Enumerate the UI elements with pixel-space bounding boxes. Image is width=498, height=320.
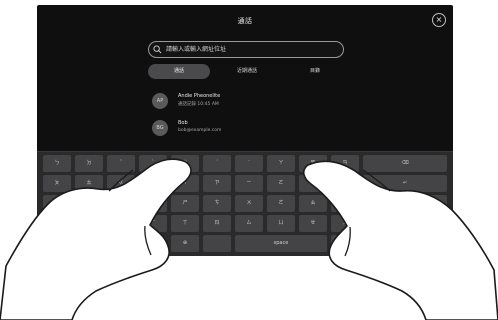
keyboard-key[interactable]: ˇ	[107, 155, 135, 172]
close-button[interactable]: ×	[432, 13, 446, 27]
keyboard-key[interactable]: ㄌ	[107, 215, 135, 232]
screen-title: 通話	[237, 17, 253, 25]
keyboard-key[interactable]: ㄛ	[267, 175, 295, 192]
keyboard-key[interactable]: ㄖ	[203, 215, 231, 232]
keyboard-key[interactable]: ㄡ	[331, 215, 359, 232]
keyboard-key[interactable]: ㄤ	[331, 195, 359, 212]
avatar: AP	[152, 93, 168, 109]
touch-panel-scene: 通話 × 通話 近期通話 目錄 AP Andie Pheonelite 通話記錄…	[0, 0, 498, 320]
keyboard-key[interactable]: ㄟ	[299, 175, 327, 192]
keyboard-key[interactable]: ㄗ	[203, 175, 231, 192]
keyboard-key[interactable]	[331, 235, 359, 252]
keyboard-key[interactable]: ㄝ	[299, 215, 327, 232]
backspace-key[interactable]: ⌫	[363, 155, 447, 172]
search-icon	[153, 45, 162, 54]
tab-call[interactable]: 通話	[148, 64, 210, 79]
search-input[interactable]	[166, 42, 337, 57]
contact-row[interactable]: BG Bob bob@example.com	[148, 117, 348, 139]
contact-detail: 通話記錄 10:45 AM	[178, 102, 219, 107]
keyboard-key[interactable]: ㄉ	[75, 155, 103, 172]
keyboard-key[interactable]: ㄈ	[75, 215, 103, 232]
keyboard-key[interactable]: ㄦ	[363, 195, 447, 212]
keyboard-key[interactable]: ˙	[235, 155, 263, 172]
keyboard-key[interactable]: ㄕ	[171, 195, 199, 212]
keyboard-key[interactable]: ˋ	[139, 155, 167, 172]
globe-key[interactable]: ⊕	[171, 235, 199, 252]
keyboard-key[interactable]: ㄋ	[75, 195, 103, 212]
keyboard-key[interactable]	[203, 235, 231, 252]
contact-row[interactable]: AP Andie Pheonelite 通話記錄 10:45 AM	[148, 90, 348, 112]
keyboard-key[interactable]: ㄧ	[235, 175, 263, 192]
keyboard-key[interactable]: ㄔ	[171, 175, 199, 192]
keyboard-key[interactable]: ㄙ	[235, 215, 263, 232]
keyboard-key[interactable]: ㄎ	[107, 195, 135, 212]
keyboard-key[interactable]: ˊ	[203, 155, 231, 172]
keyboard-key[interactable]: ㄞ	[299, 155, 327, 172]
keyboard-key[interactable]: ㄒ	[171, 215, 199, 232]
keyboard-key[interactable]: ㄍ	[107, 175, 135, 192]
keyboard-key[interactable]: ㄇ	[43, 195, 71, 212]
keyboard-key[interactable]: ㄅ	[43, 155, 71, 172]
keyboard-key[interactable]: ㄚ	[267, 155, 295, 172]
keyboard-key[interactable]: ㄘ	[203, 195, 231, 212]
enter-key[interactable]: ↵	[363, 175, 447, 192]
keyboard-key[interactable]: ㄑ	[139, 195, 167, 212]
keyboard-key[interactable]: ㄥ	[363, 215, 447, 232]
keyboard-key[interactable]: ㄊ	[75, 175, 103, 192]
contact-name: Andie Pheonelite	[178, 93, 221, 99]
keyboard-key[interactable]: ㄆ	[43, 175, 71, 192]
search-field[interactable]	[148, 41, 344, 58]
keyboard-key[interactable]: ㄐ	[139, 175, 167, 192]
tab-recent[interactable]: 近期通話	[218, 64, 276, 79]
tab-directory[interactable]: 目錄	[286, 64, 344, 79]
contact-name: Bob	[178, 120, 188, 126]
keyboard-key[interactable]: ㄩ	[267, 215, 295, 232]
keyboard-key[interactable]: ㄓ	[171, 155, 199, 172]
keyboard-key[interactable]: ㄨ	[235, 195, 263, 212]
keyboard-key[interactable]: ⊖	[363, 235, 447, 252]
keyboard-key[interactable]: ㄣ	[331, 175, 359, 192]
contact-detail: bob@example.com	[178, 128, 222, 133]
keyboard-key[interactable]: ㄜ	[267, 195, 295, 212]
space-key[interactable]: space	[235, 235, 327, 252]
onscreen-keyboard: ㄅ ㄉ ˇ ˋ ㄓ ˊ ˙ ㄚ ㄞ ㄢ ⌫ ㄆ ㄊ ㄍ ㄐ ㄔ ㄗ ㄧ ㄛ ㄟ …	[37, 151, 453, 256]
number-mode-key[interactable]: 123	[43, 215, 71, 232]
keyboard-key[interactable]: ㄢ	[331, 155, 359, 172]
avatar: BG	[152, 120, 168, 136]
keyboard-key[interactable]: ㄏ	[139, 215, 167, 232]
keyboard-key[interactable]: ㄠ	[299, 195, 327, 212]
call-tabs: 通話 近期通話 目錄	[148, 64, 344, 79]
